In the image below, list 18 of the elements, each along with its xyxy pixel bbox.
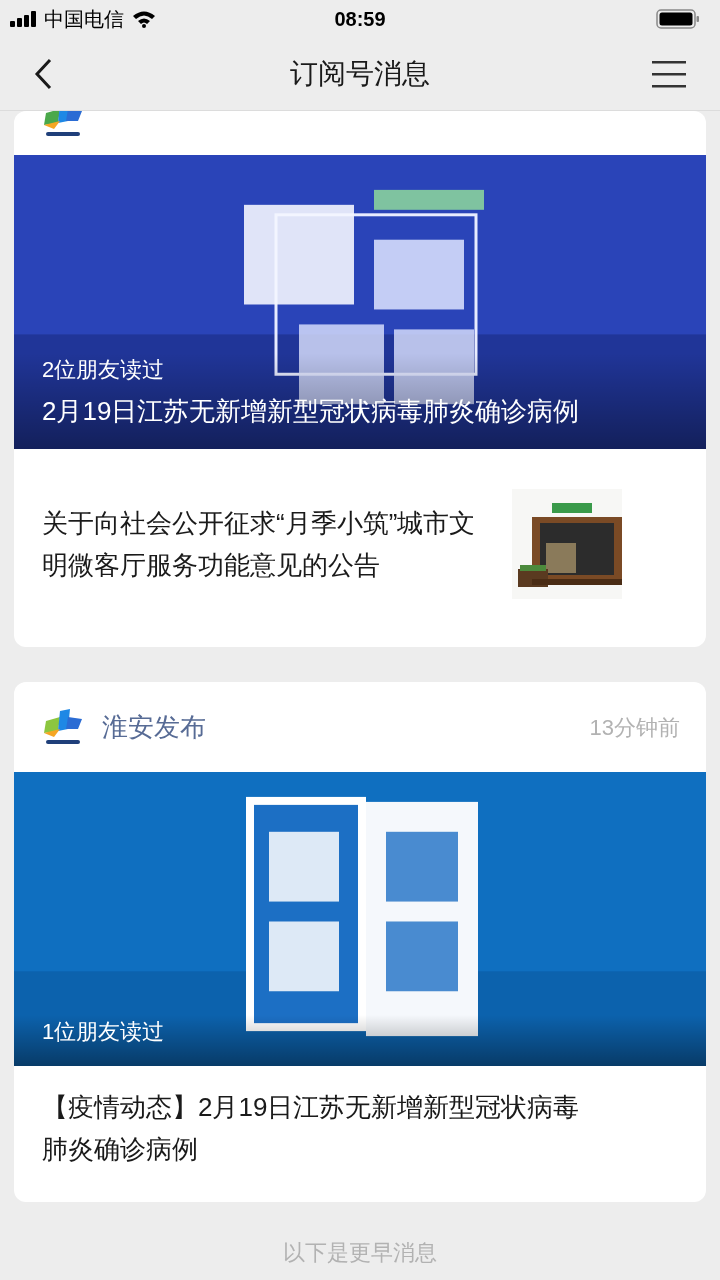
- friends-read-label: 2位朋友读过: [42, 356, 166, 384]
- battery-icon: [656, 8, 700, 29]
- cover-article[interactable]: 2位朋友读过 2月19日江苏无新增新型冠状病毒肺炎确诊病例: [14, 155, 706, 449]
- account-name[interactable]: 淮安发布: [102, 707, 206, 747]
- article-row[interactable]: 关于向社会公开征求“月季小筑”城市文明微客厅服务功能意见的公告: [14, 449, 706, 647]
- article-title[interactable]: 【疫情动态】2月19日江苏无新增新型冠状病毒肺炎确诊病例: [42, 1086, 602, 1170]
- cover-article[interactable]: 1位朋友读过: [14, 772, 706, 1066]
- wifi-icon: [132, 9, 156, 28]
- article-title: 2月19日江苏无新增新型冠状病毒肺炎确诊病例: [42, 395, 581, 428]
- timestamp: 13分钟前: [589, 713, 680, 742]
- page-title: 订阅号消息: [290, 56, 430, 91]
- signal-icon: [10, 10, 38, 27]
- friends-read-label: 1位朋友读过: [42, 1018, 166, 1046]
- earlier-messages-label: 以下是更早消息: [283, 1239, 437, 1267]
- menu-button[interactable]: [652, 58, 686, 89]
- article-title: 关于向社会公开征求“月季小筑”城市文明微客厅服务功能意见的公告: [42, 507, 477, 582]
- carrier-name: 中国电信: [44, 6, 124, 32]
- clock: 08:59: [334, 6, 386, 32]
